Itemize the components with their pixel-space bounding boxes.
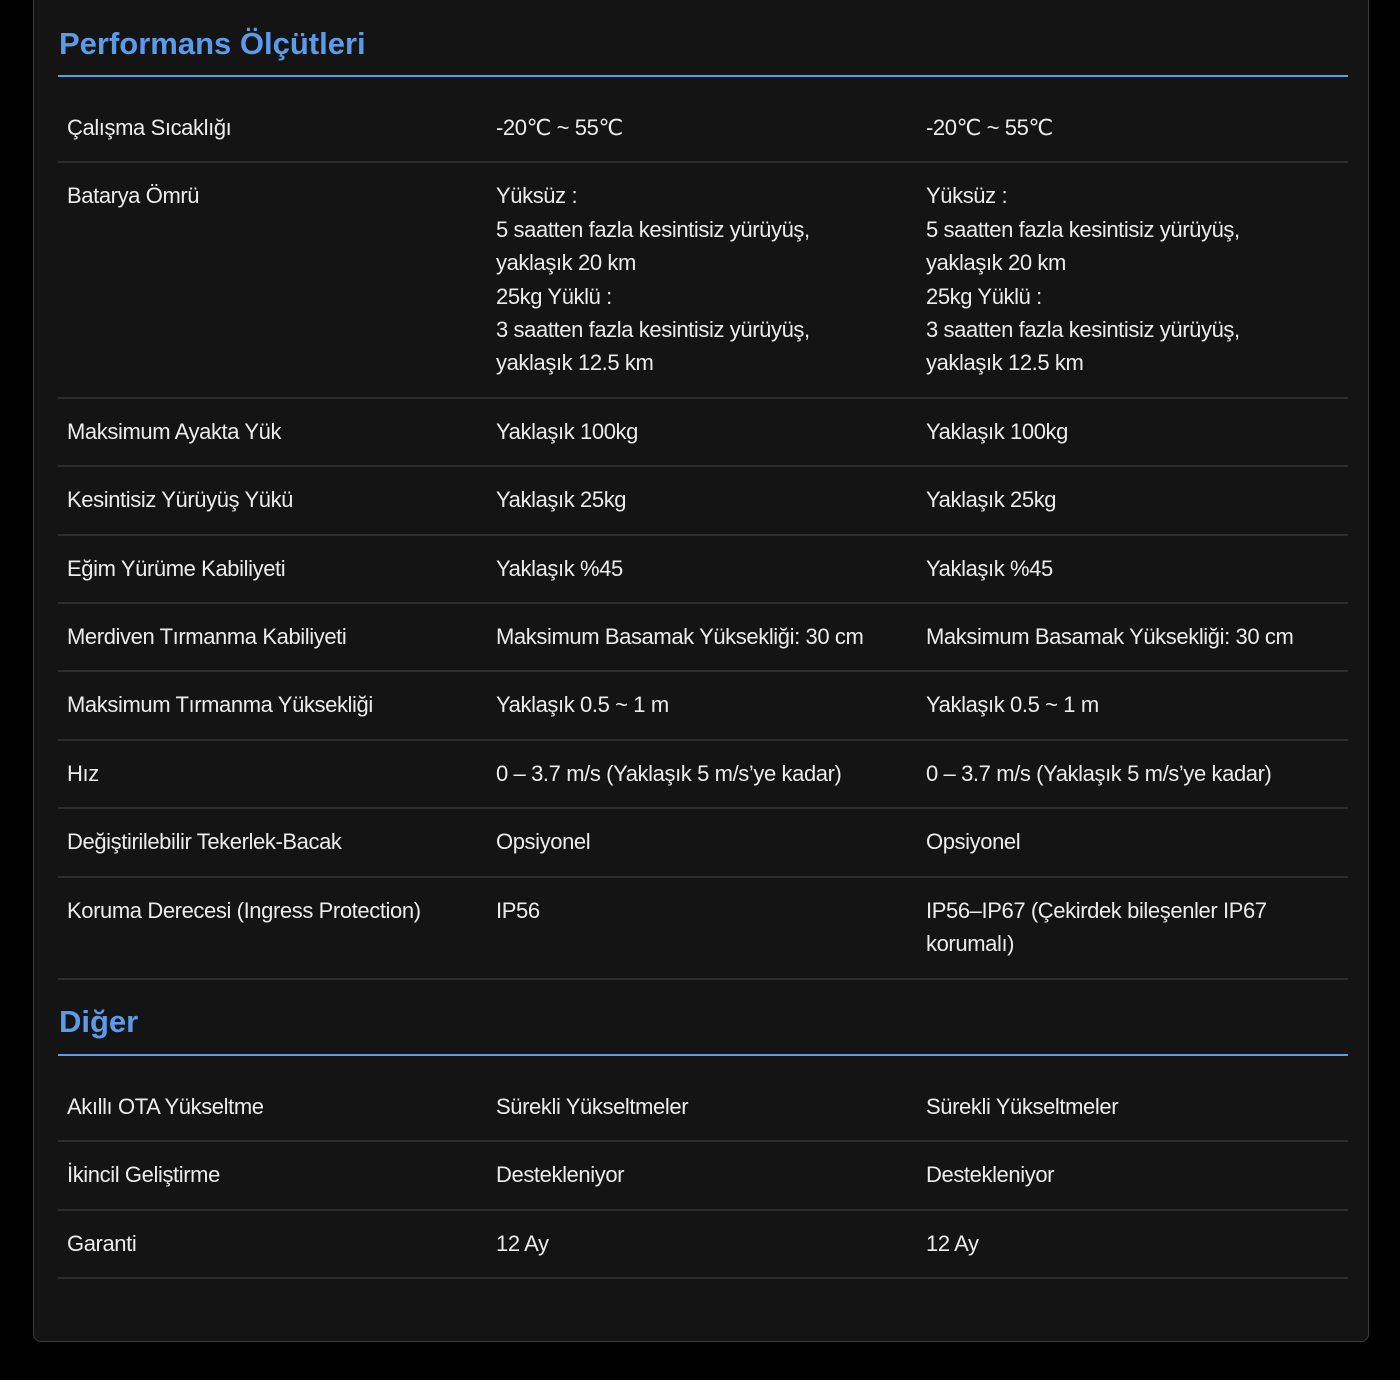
spec-label: Çalışma Sıcaklığı [58, 95, 487, 164]
spec-label: Koruma Derecesi (Ingress Protection) [58, 876, 487, 980]
spec-value-model-2: Yaklaşık 0.5 ~ 1 m [917, 671, 1348, 741]
spec-value-model-2: Yaklaşık 25kg [917, 466, 1348, 536]
spec-label: Kesintisiz Yürüyüş Yükü [58, 466, 487, 536]
spec-label: Maksimum Tırmanma Yüksekliği [58, 671, 487, 741]
spec-label: Garanti [58, 1209, 487, 1280]
spec-value-model-2: IP56–IP67 (Çekirdek bileşenler IP67 koru… [917, 876, 1348, 980]
spec-value-model-1: Yaklaşık %45 [487, 534, 917, 605]
spec-table-performance: Çalışma Sıcaklığı -20℃ ~ 55℃ -20℃ ~ 55℃ … [58, 95, 1348, 980]
spec-value-model-1: Yüksüz : 5 saatten fazla kesintisiz yürü… [487, 162, 917, 399]
spec-value-model-2: Yaklaşık 100kg [917, 397, 1348, 468]
spec-value-model-1: 12 Ay [487, 1209, 917, 1280]
spec-value-model-1: -20℃ ~ 55℃ [487, 95, 917, 164]
spec-value-model-1: Sürekli Yükseltmeler [487, 1074, 917, 1143]
spec-row: Hız 0 – 3.7 m/s (Yaklaşık 5 m/s’ye kadar… [58, 739, 1348, 810]
section-divider [58, 75, 1348, 77]
spec-row: İkincil Geliştirme Destekleniyor Destekl… [58, 1141, 1348, 1211]
spec-value-model-2: Opsiyonel [917, 808, 1348, 878]
spec-value-model-2: Maksimum Basamak Yüksekliği: 30 cm [917, 603, 1348, 673]
section-title-performance: Performans Ölçütleri [59, 26, 366, 61]
spec-label: Merdiven Tırmanma Kabiliyeti [58, 603, 487, 673]
spec-value-model-1: Yaklaşık 25kg [487, 466, 917, 536]
spec-value-model-2: Destekleniyor [917, 1141, 1348, 1211]
section-divider [58, 1054, 1348, 1056]
spec-value-model-2: 0 – 3.7 m/s (Yaklaşık 5 m/s’ye kadar) [917, 739, 1348, 810]
spec-value-model-1: Destekleniyor [487, 1141, 917, 1211]
spec-value-model-1: IP56 [487, 876, 917, 980]
spec-value-model-2: 12 Ay [917, 1209, 1348, 1280]
spec-label: Batarya Ömrü [58, 162, 487, 399]
spec-label: Akıllı OTA Yükseltme [58, 1074, 487, 1143]
spec-row: Merdiven Tırmanma Kabiliyeti Maksimum Ba… [58, 603, 1348, 673]
spec-value-model-2: -20℃ ~ 55℃ [917, 95, 1348, 164]
spec-row: Çalışma Sıcaklığı -20℃ ~ 55℃ -20℃ ~ 55℃ [58, 95, 1348, 164]
spec-label: Değiştirilebilir Tekerlek-Bacak [58, 808, 487, 878]
section-title-other: Diğer [59, 1004, 139, 1039]
spec-label: Hız [58, 739, 487, 810]
spec-value-model-2: Yaklaşık %45 [917, 534, 1348, 605]
spec-row: Kesintisiz Yürüyüş Yükü Yaklaşık 25kg Ya… [58, 466, 1348, 536]
spec-value-model-2: Yüksüz : 5 saatten fazla kesintisiz yürü… [917, 162, 1348, 399]
spec-value-model-1: Yaklaşık 100kg [487, 397, 917, 468]
spec-row: Değiştirilebilir Tekerlek-Bacak Opsiyone… [58, 808, 1348, 878]
spec-row: Akıllı OTA Yükseltme Sürekli Yükseltmele… [58, 1074, 1348, 1143]
spec-label: Eğim Yürüme Kabiliyeti [58, 534, 487, 605]
spec-value-model-2: Sürekli Yükseltmeler [917, 1074, 1348, 1143]
spec-card: Performans Ölçütleri Çalışma Sıcaklığı -… [33, 0, 1369, 1342]
spec-value-model-1: Maksimum Basamak Yüksekliği: 30 cm [487, 603, 917, 673]
spec-label: Maksimum Ayakta Yük [58, 397, 487, 468]
spec-value-model-1: Opsiyonel [487, 808, 917, 878]
spec-row: Eğim Yürüme Kabiliyeti Yaklaşık %45 Yakl… [58, 534, 1348, 605]
spec-row: Maksimum Tırmanma Yüksekliği Yaklaşık 0.… [58, 671, 1348, 741]
spec-row: Maksimum Ayakta Yük Yaklaşık 100kg Yakla… [58, 397, 1348, 468]
spec-row: Garanti 12 Ay 12 Ay [58, 1209, 1348, 1280]
spec-row: Koruma Derecesi (Ingress Protection) IP5… [58, 876, 1348, 980]
spec-value-model-1: 0 – 3.7 m/s (Yaklaşık 5 m/s’ye kadar) [487, 739, 917, 810]
spec-value-model-1: Yaklaşık 0.5 ~ 1 m [487, 671, 917, 741]
spec-label: İkincil Geliştirme [58, 1141, 487, 1211]
spec-row: Batarya Ömrü Yüksüz : 5 saatten fazla ke… [58, 162, 1348, 399]
spec-table-other: Akıllı OTA Yükseltme Sürekli Yükseltmele… [58, 1074, 1348, 1280]
